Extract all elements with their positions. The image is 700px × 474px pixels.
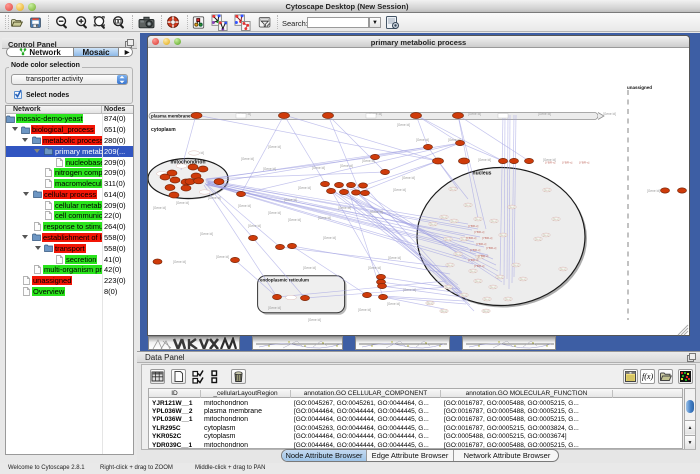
svg-text:cytoplasm: cytoplasm [151,127,176,133]
svg-text:[G-x]: [G-x] [430,222,436,226]
svg-text:[G-x]: [G-x] [451,219,457,223]
svg-text:[G-x]: [G-x] [450,187,456,191]
svg-text:[Gene id]: [Gene id] [284,198,297,202]
svg-text:[YBR-x]: [YBR-x] [482,236,493,240]
svg-text:[Gene id]: [Gene id] [208,196,221,200]
svg-text:[G-x]: [G-x] [475,279,481,283]
svg-text:[Gene id]: [Gene id] [288,218,301,222]
svg-text:[G-x]: [G-x] [520,277,526,281]
svg-text:[Gene id]: [Gene id] [388,256,401,260]
svg-text:[Gene id]: [Gene id] [603,112,616,116]
svg-text:[G-x]: [G-x] [475,217,481,221]
svg-text:[Gene id]: [Gene id] [403,288,416,292]
svg-text:[Gene id]: [Gene id] [402,176,415,180]
svg-text:mitochondrion: mitochondrion [171,160,206,166]
svg-text:[G-x]: [G-x] [491,219,497,223]
svg-text:[Gene id]: [Gene id] [216,255,229,259]
svg-text:[G-x]: [G-x] [544,188,550,192]
svg-text:[G-x]: [G-x] [461,293,467,297]
svg-text:[G-x]: [G-x] [484,297,490,301]
svg-text:[Gene id]: [Gene id] [397,123,410,127]
svg-text:[Gene id]: [Gene id] [312,166,325,170]
svg-text:[Gene id]: [Gene id] [268,145,281,149]
svg-text:[G-x]: [G-x] [445,285,451,289]
svg-text:endoplasmic reticulum: endoplasmic reticulum [260,278,309,283]
svg-text:[G-x]: [G-x] [497,275,503,279]
svg-text:[YBR-x]: [YBR-x] [474,264,485,268]
svg-text:[Gene id]: [Gene id] [338,206,351,210]
svg-text:[G-x]: [G-x] [447,263,453,267]
svg-text:[Gene id]: [Gene id] [268,306,281,310]
svg-text:[Gene id]: [Gene id] [153,206,166,210]
svg-text:[G-x]: [G-x] [455,252,461,256]
svg-text:[G-x]: [G-x] [500,233,506,237]
svg-text:[G-x]: [G-x] [490,285,496,289]
svg-text:[Gene id]: [Gene id] [173,260,186,264]
svg-text:[G-x]: [G-x] [465,203,471,207]
svg-text:[Gene id]: [Gene id] [538,112,551,116]
svg-text:[YBR-x]: [YBR-x] [468,224,479,228]
svg-text:[Gene id]: [Gene id] [263,167,276,171]
svg-text:[Gene id]: [Gene id] [248,224,261,228]
svg-text:[Gene id]: [Gene id] [318,216,331,220]
svg-text:[YBR-x]: [YBR-x] [545,161,556,165]
svg-text:[YBR-x]: [YBR-x] [562,161,573,165]
svg-text:[G-x]: [G-x] [513,263,519,267]
svg-text:[Gene id]: [Gene id] [298,186,311,190]
svg-text:[Gene id]: [Gene id] [268,211,281,215]
svg-text:[YBR-x]: [YBR-x] [476,242,487,246]
svg-text:[G-x]: [G-x] [535,237,541,241]
svg-text:[YBR-x]: [YBR-x] [579,161,590,165]
svg-text:[G-x]: [G-x] [483,309,489,313]
svg-text:[YBR-x]: [YBR-x] [470,248,481,252]
svg-text:[G-x]: [G-x] [509,205,515,209]
svg-text:[Gene id]: [Gene id] [200,232,213,236]
svg-text:[YBR-x]: [YBR-x] [468,258,479,262]
svg-text:[Gene id]: [Gene id] [478,158,491,162]
svg-text:[Gene id]: [Gene id] [241,157,254,161]
svg-text:[Gene id]: [Gene id] [393,188,406,192]
svg-text:[YBR-x]: [YBR-x] [486,246,497,250]
svg-text:[YBR-x]: [YBR-x] [474,230,485,234]
svg-text:plasma membrane: plasma membrane [151,114,191,119]
svg-text:unassigned: unassigned [627,85,652,90]
svg-text:[YBR-x]: [YBR-x] [466,236,477,240]
svg-text:[Gene id]: [Gene id] [303,266,316,270]
svg-text:[G-x]: [G-x] [543,233,549,237]
svg-text:[Gene id]: [Gene id] [308,318,321,322]
svg-text:[G-x]: [G-x] [505,297,511,301]
svg-text:[Gene id]: [Gene id] [238,204,251,208]
svg-text:[Gene id]: [Gene id] [387,302,400,306]
svg-text:[Gene id]: [Gene id] [416,138,429,142]
svg-text:[G-x]: [G-x] [560,267,566,271]
svg-text:[Gene id]: [Gene id] [647,189,660,193]
svg-text:[Gene id]: [Gene id] [370,210,383,214]
svg-text:[Gene id]: [Gene id] [323,236,336,240]
svg-text:[Gene id]: [Gene id] [358,308,371,312]
svg-text:[G-x]: [G-x] [470,269,476,273]
svg-text:[G-x]: [G-x] [441,215,447,219]
svg-text:[Gene id]: [Gene id] [468,112,481,116]
svg-text:[Gene id]: [Gene id] [176,201,189,205]
svg-text:[Gene id]: [Gene id] [340,164,353,168]
svg-text:[G-x]: [G-x] [441,309,447,313]
svg-text:[G-x]: [G-x] [445,237,451,241]
svg-text:[Gene id]: [Gene id] [368,266,381,270]
svg-text:[G-x]: [G-x] [553,217,559,221]
svg-text:[G-x]: [G-x] [427,301,433,305]
svg-text:[YBR-x]: [YBR-x] [478,254,489,258]
svg-text:nucleus: nucleus [473,171,492,177]
